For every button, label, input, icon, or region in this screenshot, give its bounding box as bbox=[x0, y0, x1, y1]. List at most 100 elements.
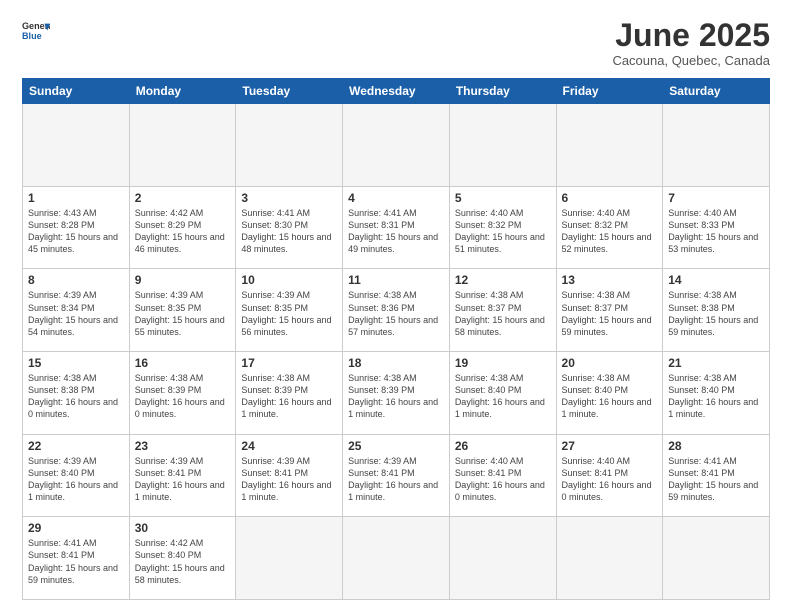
calendar-cell: 26Sunrise: 4:40 AMSunset: 8:41 PMDayligh… bbox=[449, 434, 556, 517]
week-row-5: 29 Sunrise: 4:41 AMSunset: 8:41 PMDayligh… bbox=[23, 517, 770, 600]
cell-day-number: 5 bbox=[455, 191, 551, 205]
cell-info: Sunrise: 4:39 AMSunset: 8:41 PMDaylight:… bbox=[241, 455, 337, 504]
cell-info: Sunrise: 4:38 AMSunset: 8:38 PMDaylight:… bbox=[28, 372, 124, 421]
cell-info: Sunrise: 4:38 AMSunset: 8:37 PMDaylight:… bbox=[562, 289, 658, 338]
cell-info: Sunrise: 4:39 AMSunset: 8:34 PMDaylight:… bbox=[28, 289, 124, 338]
header: General Blue June 2025 Cacouna, Quebec, … bbox=[22, 18, 770, 68]
cell-day-number: 24 bbox=[241, 439, 337, 453]
calendar-cell bbox=[556, 104, 663, 187]
calendar-cell: 20 Sunrise: 4:38 AMSunset: 8:40 PMDayligh… bbox=[556, 352, 663, 435]
calendar-cell bbox=[343, 517, 450, 600]
day-header-thursday: Thursday bbox=[449, 79, 556, 104]
calendar-cell bbox=[236, 104, 343, 187]
cell-day-number: 18 bbox=[348, 356, 444, 370]
calendar-cell: 16Sunrise: 4:38 AMSunset: 8:39 PMDayligh… bbox=[129, 352, 236, 435]
cell-info: Sunrise: 4:39 AMSunset: 8:35 PMDaylight:… bbox=[135, 289, 231, 338]
calendar-page: General Blue June 2025 Cacouna, Quebec, … bbox=[0, 0, 792, 612]
header-row: SundayMondayTuesdayWednesdayThursdayFrid… bbox=[23, 79, 770, 104]
calendar-cell: 7 Sunrise: 4:40 AMSunset: 8:33 PMDaylight… bbox=[663, 186, 770, 269]
cell-day-number: 6 bbox=[562, 191, 658, 205]
calendar-cell: 12Sunrise: 4:38 AMSunset: 8:37 PMDayligh… bbox=[449, 269, 556, 352]
calendar-cell bbox=[343, 104, 450, 187]
calendar-cell bbox=[236, 517, 343, 600]
cell-day-number: 11 bbox=[348, 273, 444, 287]
calendar-cell: 10 Sunrise: 4:39 AMSunset: 8:35 PMDayligh… bbox=[236, 269, 343, 352]
cell-day-number: 19 bbox=[455, 356, 551, 370]
calendar-cell: 8 Sunrise: 4:39 AMSunset: 8:34 PMDaylight… bbox=[23, 269, 130, 352]
cell-info: Sunrise: 4:41 AMSunset: 8:41 PMDaylight:… bbox=[28, 537, 124, 586]
week-row-4: 22Sunrise: 4:39 AMSunset: 8:40 PMDayligh… bbox=[23, 434, 770, 517]
calendar-cell: 9 Sunrise: 4:39 AMSunset: 8:35 PMDaylight… bbox=[129, 269, 236, 352]
calendar-cell: 22Sunrise: 4:39 AMSunset: 8:40 PMDayligh… bbox=[23, 434, 130, 517]
cell-day-number: 21 bbox=[668, 356, 764, 370]
week-row-3: 15 Sunrise: 4:38 AMSunset: 8:38 PMDayligh… bbox=[23, 352, 770, 435]
cell-day-number: 10 bbox=[241, 273, 337, 287]
calendar-cell: 28Sunrise: 4:41 AMSunset: 8:41 PMDayligh… bbox=[663, 434, 770, 517]
logo-icon: General Blue bbox=[22, 18, 50, 46]
cell-info: Sunrise: 4:38 AMSunset: 8:36 PMDaylight:… bbox=[348, 289, 444, 338]
calendar-cell: 11 Sunrise: 4:38 AMSunset: 8:36 PMDayligh… bbox=[343, 269, 450, 352]
cell-day-number: 16 bbox=[135, 356, 231, 370]
cell-info: Sunrise: 4:41 AMSunset: 8:30 PMDaylight:… bbox=[241, 207, 337, 256]
cell-info: Sunrise: 4:38 AMSunset: 8:39 PMDaylight:… bbox=[241, 372, 337, 421]
calendar-cell: 21 Sunrise: 4:38 AMSunset: 8:40 PMDayligh… bbox=[663, 352, 770, 435]
cell-info: Sunrise: 4:39 AMSunset: 8:35 PMDaylight:… bbox=[241, 289, 337, 338]
cell-day-number: 20 bbox=[562, 356, 658, 370]
cell-info: Sunrise: 4:38 AMSunset: 8:38 PMDaylight:… bbox=[668, 289, 764, 338]
cell-day-number: 9 bbox=[135, 273, 231, 287]
week-row-0 bbox=[23, 104, 770, 187]
calendar-cell bbox=[23, 104, 130, 187]
calendar-cell: 27Sunrise: 4:40 AMSunset: 8:41 PMDayligh… bbox=[556, 434, 663, 517]
calendar-cell: 25Sunrise: 4:39 AMSunset: 8:41 PMDayligh… bbox=[343, 434, 450, 517]
week-row-1: 1Sunrise: 4:43 AMSunset: 8:28 PMDaylight… bbox=[23, 186, 770, 269]
cell-info: Sunrise: 4:40 AMSunset: 8:41 PMDaylight:… bbox=[562, 455, 658, 504]
calendar-cell bbox=[449, 517, 556, 600]
calendar-cell bbox=[129, 104, 236, 187]
calendar-cell: 23 Sunrise: 4:39 AMSunset: 8:41 PMDayligh… bbox=[129, 434, 236, 517]
title-block: June 2025 Cacouna, Quebec, Canada bbox=[612, 18, 770, 68]
calendar-cell: 13 Sunrise: 4:38 AMSunset: 8:37 PMDayligh… bbox=[556, 269, 663, 352]
cell-day-number: 2 bbox=[135, 191, 231, 205]
calendar-cell bbox=[449, 104, 556, 187]
cell-day-number: 29 bbox=[28, 521, 124, 535]
week-row-2: 8 Sunrise: 4:39 AMSunset: 8:34 PMDaylight… bbox=[23, 269, 770, 352]
cell-day-number: 25 bbox=[348, 439, 444, 453]
cell-day-number: 13 bbox=[562, 273, 658, 287]
cell-day-number: 30 bbox=[135, 521, 231, 535]
cell-info: Sunrise: 4:39 AMSunset: 8:41 PMDaylight:… bbox=[135, 455, 231, 504]
cell-day-number: 7 bbox=[668, 191, 764, 205]
day-header-friday: Friday bbox=[556, 79, 663, 104]
calendar-cell: 18 Sunrise: 4:38 AMSunset: 8:39 PMDayligh… bbox=[343, 352, 450, 435]
cell-day-number: 14 bbox=[668, 273, 764, 287]
calendar-cell: 6Sunrise: 4:40 AMSunset: 8:32 PMDaylight… bbox=[556, 186, 663, 269]
cell-info: Sunrise: 4:40 AMSunset: 8:32 PMDaylight:… bbox=[455, 207, 551, 256]
cell-info: Sunrise: 4:38 AMSunset: 8:40 PMDaylight:… bbox=[668, 372, 764, 421]
day-header-monday: Monday bbox=[129, 79, 236, 104]
cell-day-number: 3 bbox=[241, 191, 337, 205]
cell-day-number: 23 bbox=[135, 439, 231, 453]
svg-text:Blue: Blue bbox=[22, 31, 42, 41]
calendar-cell bbox=[663, 104, 770, 187]
calendar-cell: 4Sunrise: 4:41 AMSunset: 8:31 PMDaylight… bbox=[343, 186, 450, 269]
calendar-cell: 19 Sunrise: 4:38 AMSunset: 8:40 PMDayligh… bbox=[449, 352, 556, 435]
cell-day-number: 12 bbox=[455, 273, 551, 287]
cell-info: Sunrise: 4:41 AMSunset: 8:41 PMDaylight:… bbox=[668, 455, 764, 504]
cell-day-number: 15 bbox=[28, 356, 124, 370]
cell-info: Sunrise: 4:40 AMSunset: 8:33 PMDaylight:… bbox=[668, 207, 764, 256]
cell-day-number: 22 bbox=[28, 439, 124, 453]
calendar-cell: 29 Sunrise: 4:41 AMSunset: 8:41 PMDayligh… bbox=[23, 517, 130, 600]
calendar-cell bbox=[556, 517, 663, 600]
logo: General Blue bbox=[22, 18, 50, 46]
cell-day-number: 1 bbox=[28, 191, 124, 205]
calendar-cell: 2Sunrise: 4:42 AMSunset: 8:29 PMDaylight… bbox=[129, 186, 236, 269]
cell-day-number: 8 bbox=[28, 273, 124, 287]
cell-info: Sunrise: 4:41 AMSunset: 8:31 PMDaylight:… bbox=[348, 207, 444, 256]
day-header-tuesday: Tuesday bbox=[236, 79, 343, 104]
calendar-cell: 30Sunrise: 4:42 AMSunset: 8:40 PMDayligh… bbox=[129, 517, 236, 600]
cell-info: Sunrise: 4:38 AMSunset: 8:40 PMDaylight:… bbox=[455, 372, 551, 421]
cell-info: Sunrise: 4:38 AMSunset: 8:39 PMDaylight:… bbox=[348, 372, 444, 421]
calendar-subtitle: Cacouna, Quebec, Canada bbox=[612, 53, 770, 68]
calendar-cell: 17Sunrise: 4:38 AMSunset: 8:39 PMDayligh… bbox=[236, 352, 343, 435]
cell-info: Sunrise: 4:38 AMSunset: 8:40 PMDaylight:… bbox=[562, 372, 658, 421]
calendar-cell: 14 Sunrise: 4:38 AMSunset: 8:38 PMDayligh… bbox=[663, 269, 770, 352]
